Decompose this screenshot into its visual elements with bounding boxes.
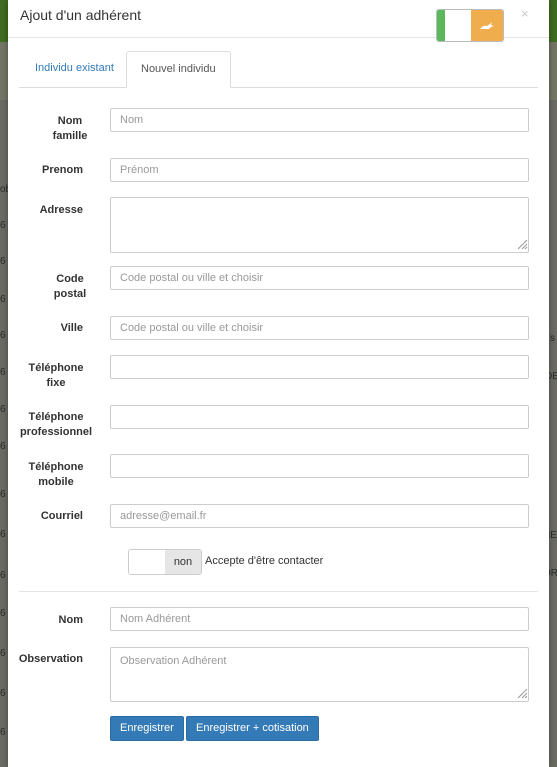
tab-nouvel-individu[interactable]: Nouvel individu [126,51,231,88]
field-label-ville: Ville [60,322,83,334]
prenom-input[interactable] [110,158,529,182]
background-text: 6 [0,727,6,738]
resize-grip-icon[interactable] [516,238,528,250]
field-label-telephone-professionnel: Téléphone professionnel [19,411,93,438]
close-icon[interactable]: × [521,6,529,21]
field-label-observation: Observation [18,653,83,665]
field-label-prenom: Prenom [42,164,83,176]
modal-title: Ajout d'un adhérent [20,7,141,23]
adresse-textarea[interactable] [110,197,529,253]
background-text: 6 [0,220,6,231]
courriel-input[interactable] [110,504,529,528]
save-button[interactable]: Enregistrer [110,716,184,741]
background-text: s [550,333,555,344]
background-text: 6 [0,294,6,305]
telephone-professionnel-input[interactable] [110,405,529,429]
contact-consent-toggle[interactable]: non [128,549,202,575]
field-label-courriel: Courriel [40,510,83,522]
background-text: 6 [0,367,6,378]
save-with-cotisation-button[interactable]: Enregistrer + cotisation [186,716,319,741]
background-text: 6 [0,688,6,699]
background-text: 6 [0,529,6,540]
language-flag-toggle[interactable] [436,9,504,42]
nom-famille-input[interactable] [110,108,529,132]
background-text: 6 [0,489,6,500]
code-postal-input[interactable] [110,266,529,290]
telephone-mobile-input[interactable] [110,454,529,478]
nom-adherent-input[interactable] [110,607,529,631]
telephone-fixe-input[interactable] [110,355,529,379]
contact-consent-label: Accepte d'être contacter [205,555,324,567]
background-text: 6 [0,608,6,619]
resize-grip-icon[interactable] [516,687,528,699]
flag-white-stripe [445,10,471,41]
add-member-modal: Ajout d'un adhérent × Individu existant … [8,0,549,767]
field-label-adresse: Adresse [39,204,83,216]
background-text: 6 [0,648,6,659]
field-label-telephone-fixe: Téléphone fixe [28,362,84,389]
section-divider [19,591,538,592]
toggle-handle [129,550,165,574]
flag-orange-stripe [471,10,503,41]
field-label-telephone-mobile: Téléphone mobile [28,461,84,488]
hare-icon [480,21,494,29]
background-text: 6 [0,570,6,581]
flag-green-stripe [437,10,445,41]
tab-bar: Individu existant Nouvel individu [19,51,538,88]
background-text: 6 [0,441,6,452]
field-label-nom-adherent: Nom [58,614,83,626]
ville-input[interactable] [110,316,529,340]
background-text: 6 [0,404,6,415]
observation-textarea[interactable] [110,647,529,702]
toggle-state-label: non [165,550,201,574]
background-text: 6 [0,330,6,341]
tab-individu-existant[interactable]: Individu existant [21,51,128,86]
background-text: 6 [0,256,6,267]
